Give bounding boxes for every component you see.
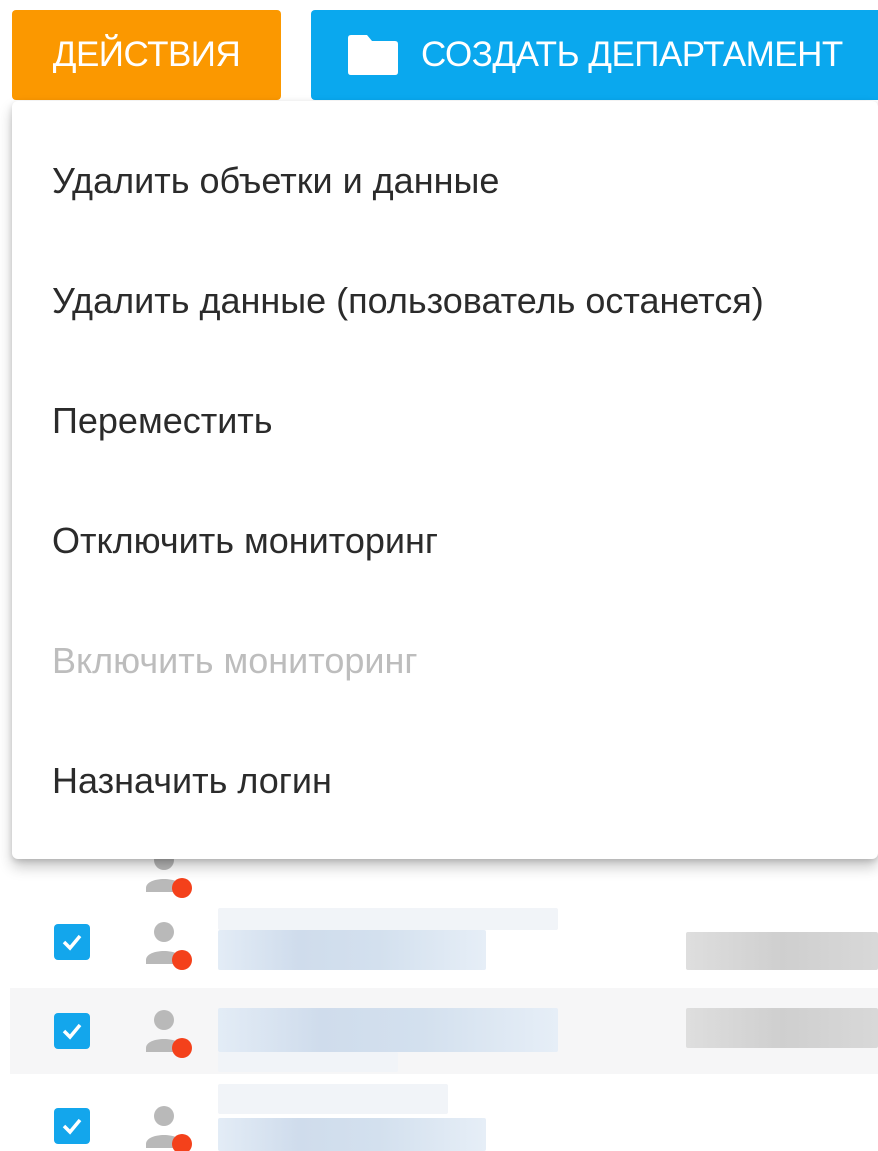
checkmark-icon [62,1023,82,1040]
user-detail-text [686,1008,878,1048]
menu-item-label: Назначить логин [52,760,332,801]
checkmark-icon [62,934,82,951]
actions-button-label: ДЕЙСТВИЯ [52,35,241,74]
menu-item-enable-monitoring: Включить мониторинг [12,601,878,721]
menu-item-disable-monitoring[interactable]: Отключить мониторинг [12,481,878,601]
user-name-text[interactable] [218,1118,486,1151]
user-name-text [218,908,558,930]
create-department-button[interactable]: СОЗДАТЬ ДЕПАРТАМЕНТ [311,10,878,100]
menu-item-delete-objects-and-data[interactable]: Удалить объетки и данные [12,121,878,241]
checkmark-icon [62,1118,82,1135]
actions-button[interactable]: ДЕЙСТВИЯ [12,10,281,100]
folder-icon [348,35,398,75]
menu-item-label: Переместить [52,400,273,441]
user-offline-icon [146,1010,192,1058]
table-row[interactable] [10,988,878,1074]
user-name-text[interactable] [218,930,486,970]
user-offline-icon [146,922,192,970]
user-offline-icon [146,1106,192,1151]
menu-item-label: Удалить данные (пользователь останется) [52,280,764,321]
table-row[interactable] [10,1074,878,1151]
row-checkbox[interactable] [54,1013,90,1049]
menu-item-assign-login[interactable]: Назначить логин [12,721,878,841]
menu-item-delete-data-keep-user[interactable]: Удалить данные (пользователь останется) [12,241,878,361]
page: ДЕЙСТВИЯ СОЗДАТЬ ДЕПАРТАМЕНТ Удалить объ… [0,0,878,1151]
menu-item-move[interactable]: Переместить [12,361,878,481]
menu-item-label: Отключить мониторинг [52,520,438,561]
user-detail-text [686,932,878,970]
create-department-label: СОЗДАТЬ ДЕПАРТАМЕНТ [421,35,843,74]
actions-dropdown-menu: Удалить объетки и данные Удалить данные … [12,101,878,859]
user-name-text [218,1052,398,1072]
table-row[interactable] [10,902,878,988]
row-checkbox[interactable] [54,924,90,960]
row-checkbox[interactable] [54,1108,90,1144]
menu-item-label: Удалить объетки и данные [52,160,500,201]
user-name-text[interactable] [218,1008,558,1052]
user-name-text [218,1084,448,1114]
menu-item-label: Включить мониторинг [52,640,418,681]
